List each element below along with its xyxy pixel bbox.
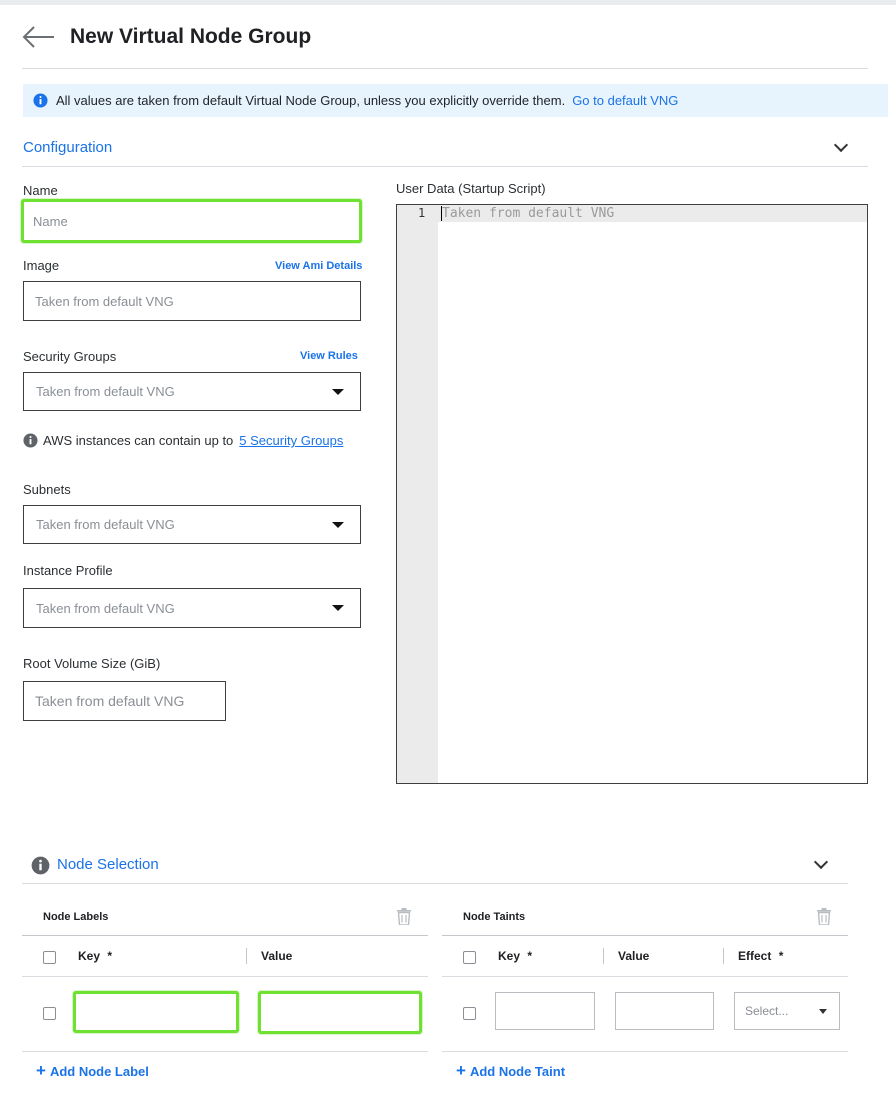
column-separator bbox=[246, 948, 247, 964]
user-data-editor[interactable]: 1 Taken from default VNG bbox=[396, 204, 868, 784]
security-groups-label: Security Groups bbox=[23, 349, 117, 364]
column-separator bbox=[603, 948, 604, 964]
add-node-label-text: Add Node Label bbox=[49, 1063, 149, 1079]
instance-profile-label: Instance Profile bbox=[23, 563, 113, 578]
security-groups-note: AWS instances can contain up to 5 Securi… bbox=[23, 433, 343, 448]
header-divider bbox=[22, 68, 868, 69]
node-labels-bottom-divider bbox=[22, 1051, 428, 1052]
dropdown-caret-icon bbox=[332, 388, 344, 395]
node-selection-divider bbox=[22, 883, 848, 884]
required-mark: * bbox=[107, 949, 113, 963]
editor-gutter bbox=[397, 205, 438, 783]
back-arrow-icon[interactable] bbox=[22, 25, 56, 49]
subnets-value: Taken from default VNG bbox=[36, 517, 175, 532]
user-data-label: User Data (Startup Script) bbox=[396, 181, 546, 196]
node-labels-key-header: Key * bbox=[78, 949, 112, 963]
node-taints-value-header: Value bbox=[618, 949, 650, 963]
top-border bbox=[0, 0, 896, 5]
root-volume-label: Root Volume Size (GiB) bbox=[23, 656, 161, 671]
add-node-label-button[interactable]: + Add Node Label bbox=[36, 1061, 149, 1081]
delete-taints-trash-icon[interactable] bbox=[817, 908, 831, 925]
image-input[interactable]: Taken from default VNG bbox=[23, 281, 361, 321]
column-separator bbox=[723, 948, 724, 964]
node-label-row-checkbox[interactable] bbox=[43, 1007, 56, 1020]
add-node-taint-button[interactable]: + Add Node Taint bbox=[456, 1061, 565, 1081]
configuration-divider bbox=[22, 166, 868, 167]
node-taints-row-divider bbox=[442, 976, 848, 977]
node-labels-title: Node Labels bbox=[43, 911, 109, 923]
go-to-default-vng-link[interactable]: Go to default VNG bbox=[572, 93, 678, 108]
plus-icon: + bbox=[456, 1061, 466, 1080]
name-label: Name bbox=[23, 183, 58, 198]
node-taint-value-input[interactable] bbox=[615, 992, 714, 1030]
node-taint-row-checkbox[interactable] bbox=[463, 1007, 476, 1020]
node-labels-select-all-checkbox[interactable] bbox=[43, 951, 56, 964]
node-selection-section-title[interactable]: Node Selection bbox=[57, 856, 159, 873]
info-icon bbox=[33, 93, 48, 108]
editor-line-number: 1 bbox=[418, 206, 426, 220]
node-taints-header-divider bbox=[442, 935, 848, 936]
plus-icon: + bbox=[36, 1061, 46, 1080]
node-labels-header-divider bbox=[22, 935, 428, 936]
delete-labels-trash-icon[interactable] bbox=[397, 908, 411, 925]
security-groups-value: Taken from default VNG bbox=[36, 384, 175, 399]
node-selection-collapse-chevron-icon[interactable] bbox=[813, 854, 829, 870]
security-groups-note-text: AWS instances can contain up to bbox=[43, 433, 234, 448]
image-label: Image bbox=[23, 258, 60, 273]
subnets-select[interactable]: Taken from default VNG bbox=[23, 505, 361, 544]
page-title: New Virtual Node Group bbox=[70, 25, 312, 48]
configuration-collapse-chevron-icon[interactable] bbox=[833, 137, 849, 153]
node-taint-key-input[interactable] bbox=[495, 992, 595, 1030]
node-taints-effect-header-text: Effect bbox=[738, 949, 772, 963]
view-ami-details-link[interactable]: View Ami Details bbox=[275, 260, 362, 272]
dropdown-caret-icon bbox=[332, 605, 344, 611]
info-icon bbox=[23, 433, 38, 448]
name-input[interactable]: Name bbox=[21, 199, 362, 243]
node-labels-key-header-text: Key bbox=[78, 949, 101, 963]
security-groups-limit-link[interactable]: 5 Security Groups bbox=[239, 433, 343, 448]
node-taints-effect-header: Effect * bbox=[738, 949, 783, 963]
editor-placeholder: Taken from default VNG bbox=[442, 206, 615, 221]
instance-profile-select[interactable]: Taken from default VNG bbox=[23, 588, 361, 628]
node-selection-info-icon bbox=[31, 856, 50, 875]
view-rules-link[interactable]: View Rules bbox=[300, 350, 358, 362]
root-volume-input[interactable]: Taken from default VNG bbox=[23, 681, 226, 721]
node-taints-bottom-divider bbox=[442, 1051, 848, 1052]
required-mark: * bbox=[527, 949, 533, 963]
node-taint-effect-select[interactable]: Select... bbox=[734, 992, 840, 1030]
node-taints-key-header-text: Key bbox=[498, 949, 521, 963]
required-mark: * bbox=[778, 949, 784, 963]
node-label-key-input[interactable] bbox=[73, 991, 239, 1033]
node-labels-value-header: Value bbox=[261, 949, 293, 963]
info-banner: All values are taken from default Virtua… bbox=[23, 84, 888, 117]
security-groups-select[interactable]: Taken from default VNG bbox=[23, 372, 361, 411]
subnets-label: Subnets bbox=[23, 482, 71, 497]
node-taints-title: Node Taints bbox=[463, 911, 526, 923]
node-taint-effect-placeholder: Select... bbox=[745, 1004, 789, 1018]
node-taints-key-header: Key * bbox=[498, 949, 532, 963]
node-labels-row-divider bbox=[22, 976, 428, 977]
add-node-taint-text: Add Node Taint bbox=[469, 1063, 566, 1079]
configuration-section-title[interactable]: Configuration bbox=[23, 139, 112, 156]
editor-cursor bbox=[441, 206, 442, 221]
node-taints-select-all-checkbox[interactable] bbox=[463, 951, 476, 964]
instance-profile-value: Taken from default VNG bbox=[36, 600, 175, 616]
info-banner-text: All values are taken from default Virtua… bbox=[56, 93, 566, 108]
dropdown-caret-icon bbox=[332, 521, 344, 528]
node-label-value-input[interactable] bbox=[258, 991, 422, 1034]
dropdown-caret-icon bbox=[819, 1008, 827, 1014]
